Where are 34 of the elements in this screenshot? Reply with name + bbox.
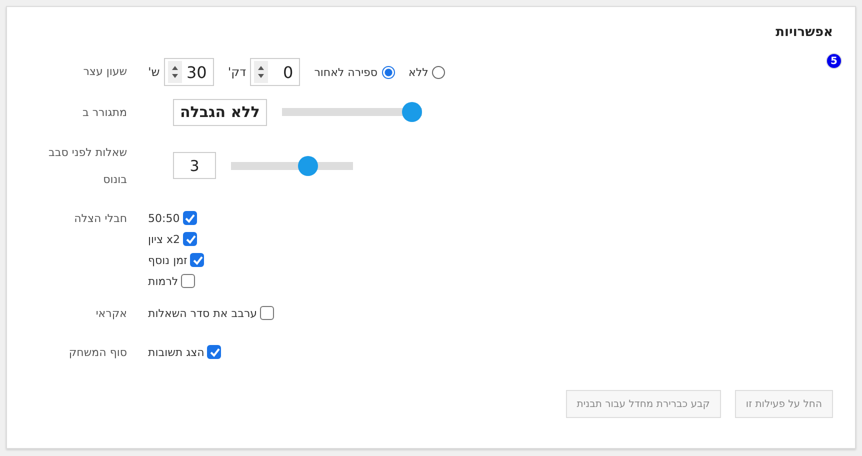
- field-label: סוף המשחק: [68, 345, 127, 361]
- checkbox[interactable]: [207, 345, 222, 359]
- value-box: 3: [173, 152, 216, 179]
- checkbox-label: 50:50: [148, 212, 180, 224]
- checkbox[interactable]: [183, 232, 197, 246]
- checkbox-label: זמן נוסף: [148, 254, 188, 266]
- unit-label: ש': [148, 65, 160, 79]
- unit-label: דק': [228, 65, 246, 79]
- checkbox-label: הצג תשובות: [148, 346, 204, 358]
- field-label: אקראי: [94, 306, 127, 322]
- slider-thumb[interactable]: [402, 102, 422, 122]
- field-label: מתגורר ב: [81, 105, 127, 121]
- number-field[interactable]: 30: [164, 58, 214, 86]
- checkbox[interactable]: [190, 253, 204, 267]
- checkbox-label: ערבב את סדר השאלות: [148, 306, 258, 320]
- checkbox[interactable]: [182, 211, 197, 225]
- radio-button[interactable]: [432, 66, 446, 78]
- field-label: שעון עצר: [82, 64, 127, 80]
- number-field[interactable]: 0: [250, 58, 300, 86]
- radio-label: ספירה לאחור: [314, 66, 378, 78]
- field-label: שאלות לפני סבב בונוס: [48, 145, 127, 188]
- count-badge: 5: [827, 54, 841, 68]
- radio-button[interactable]: [382, 66, 395, 78]
- field-label: חבלי הצלה: [73, 211, 127, 227]
- checkbox-label: x2 ציון: [148, 232, 180, 246]
- section-title: אפשרויות: [776, 25, 833, 40]
- radio-label: ללא: [408, 66, 428, 78]
- spinner-icon[interactable]: [254, 61, 268, 83]
- checkbox[interactable]: [181, 274, 196, 288]
- slider-thumb[interactable]: [298, 156, 318, 176]
- spinner-icon[interactable]: [168, 61, 182, 83]
- checkbox-label: לרמות: [148, 274, 178, 288]
- value-box: ללא הגבלה: [173, 98, 267, 126]
- checkbox[interactable]: [260, 306, 274, 320]
